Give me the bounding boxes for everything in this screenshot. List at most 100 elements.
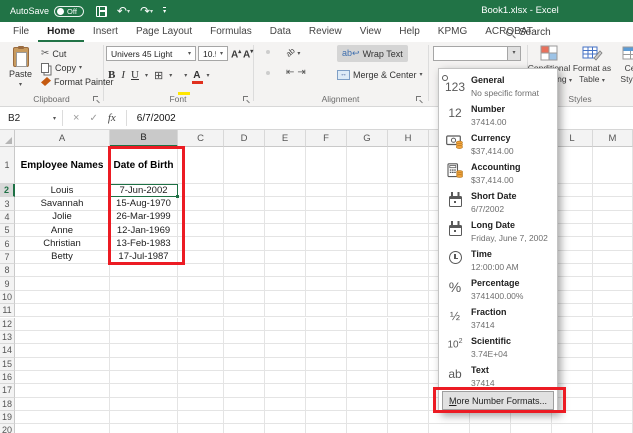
cell-F4[interactable] [306, 211, 347, 224]
cell-D11[interactable] [224, 304, 265, 317]
align-right-button[interactable] [273, 71, 277, 75]
cell-L7[interactable] [552, 251, 593, 264]
align-left-button[interactable] [259, 71, 263, 75]
cell-B12[interactable] [110, 318, 178, 331]
orientation-button[interactable]: ab ▾ [286, 47, 300, 57]
cell-F6[interactable] [306, 237, 347, 250]
cell-C17[interactable] [178, 384, 224, 397]
cell-C9[interactable] [178, 277, 224, 290]
column-header-H[interactable]: H [388, 130, 429, 147]
cell-C19[interactable] [178, 411, 224, 424]
autosave-toggle[interactable]: Off [54, 6, 84, 17]
cell-E16[interactable] [265, 371, 306, 384]
format-painter-button[interactable]: Format Painter [41, 75, 114, 88]
cell-F16[interactable] [306, 371, 347, 384]
cell-F13[interactable] [306, 331, 347, 344]
row-header-13[interactable]: 13 [0, 331, 15, 344]
cell-D8[interactable] [224, 264, 265, 277]
cell-G2[interactable] [347, 184, 388, 197]
cell-E15[interactable] [265, 358, 306, 371]
number-format-option-fraction[interactable]: ½Fraction37414 [439, 301, 557, 330]
cell-L8[interactable] [552, 264, 593, 277]
cell-A11[interactable] [15, 304, 110, 317]
column-header-B[interactable]: B [110, 130, 178, 147]
cell-D3[interactable] [224, 197, 265, 210]
cell-E6[interactable] [265, 237, 306, 250]
cell-M11[interactable] [593, 304, 633, 317]
column-header-C[interactable]: C [178, 130, 224, 147]
column-header-A[interactable]: A [15, 130, 110, 147]
merge-center-button[interactable]: ↔ Merge & Center ▾ [334, 66, 426, 83]
row-header-6[interactable]: 6 [0, 237, 15, 250]
cell-G14[interactable] [347, 344, 388, 357]
align-bottom-button[interactable] [273, 50, 277, 54]
cell-C3[interactable] [178, 197, 224, 210]
cell-M1[interactable] [593, 147, 633, 184]
number-format-option-scientific[interactable]: 102Scientific3.74E+04 [439, 330, 557, 359]
cell-B16[interactable] [110, 371, 178, 384]
cell-A18[interactable] [15, 398, 110, 411]
cell-L16[interactable] [552, 371, 593, 384]
align-top-button[interactable] [259, 50, 263, 54]
cell-A6[interactable]: Christian [15, 237, 110, 250]
cell-M7[interactable] [593, 251, 633, 264]
cell-E11[interactable] [265, 304, 306, 317]
cell-E18[interactable] [265, 398, 306, 411]
cell-F18[interactable] [306, 398, 347, 411]
cell-F15[interactable] [306, 358, 347, 371]
cell-C5[interactable] [178, 224, 224, 237]
cell-J20[interactable] [470, 424, 511, 433]
cell-G3[interactable] [347, 197, 388, 210]
bold-button[interactable]: B [108, 69, 115, 81]
cell-F14[interactable] [306, 344, 347, 357]
cell-G6[interactable] [347, 237, 388, 250]
cell-D14[interactable] [224, 344, 265, 357]
cell-L13[interactable] [552, 331, 593, 344]
row-header-7[interactable]: 7 [0, 251, 15, 264]
cell-A13[interactable] [15, 331, 110, 344]
cell-A4[interactable]: Jolie [15, 211, 110, 224]
row-header-3[interactable]: 3 [0, 197, 15, 210]
search-box[interactable]: Search [506, 22, 551, 42]
cell-M8[interactable] [593, 264, 633, 277]
cell-H18[interactable] [388, 398, 429, 411]
alignment-dialog-launcher[interactable] [416, 96, 423, 103]
cell-M2[interactable] [593, 184, 633, 197]
cell-C4[interactable] [178, 211, 224, 224]
cell-E14[interactable] [265, 344, 306, 357]
cell-H8[interactable] [388, 264, 429, 277]
cell-A15[interactable] [15, 358, 110, 371]
cell-M10[interactable] [593, 291, 633, 304]
cell-G13[interactable] [347, 331, 388, 344]
undo-button[interactable]: ↶▾ [117, 6, 130, 17]
redo-button[interactable]: ↷▾ [140, 6, 153, 17]
cell-G17[interactable] [347, 384, 388, 397]
cell-H17[interactable] [388, 384, 429, 397]
increase-indent-button[interactable]: ⇥ [297, 68, 305, 77]
row-header-18[interactable]: 18 [0, 398, 15, 411]
cell-G9[interactable] [347, 277, 388, 290]
cell-L3[interactable] [552, 197, 593, 210]
row-header-2[interactable]: 2 [0, 184, 15, 197]
cell-L15[interactable] [552, 358, 593, 371]
insert-function-icon[interactable]: fx [108, 112, 116, 124]
cell-F5[interactable] [306, 224, 347, 237]
tab-help[interactable]: Help [390, 22, 429, 42]
cell-H20[interactable] [388, 424, 429, 433]
cell-D9[interactable] [224, 277, 265, 290]
cell-L20[interactable] [552, 424, 593, 433]
cell-B13[interactable] [110, 331, 178, 344]
cell-C14[interactable] [178, 344, 224, 357]
format-as-table-button[interactable]: Format as Table ▾ [570, 45, 614, 86]
cell-B4[interactable]: 26-Mar-1999 [110, 211, 178, 224]
number-format-option-text[interactable]: abText37414 [439, 359, 557, 388]
chevron-down-icon[interactable]: ▾ [184, 72, 187, 79]
cell-styles-button[interactable]: Cell Styles [612, 45, 633, 84]
cell-M6[interactable] [593, 237, 633, 250]
cell-F17[interactable] [306, 384, 347, 397]
cell-B11[interactable] [110, 304, 178, 317]
cell-C13[interactable] [178, 331, 224, 344]
cell-F1[interactable] [306, 147, 347, 184]
cell-E2[interactable] [265, 184, 306, 197]
column-header-E[interactable]: E [265, 130, 306, 147]
